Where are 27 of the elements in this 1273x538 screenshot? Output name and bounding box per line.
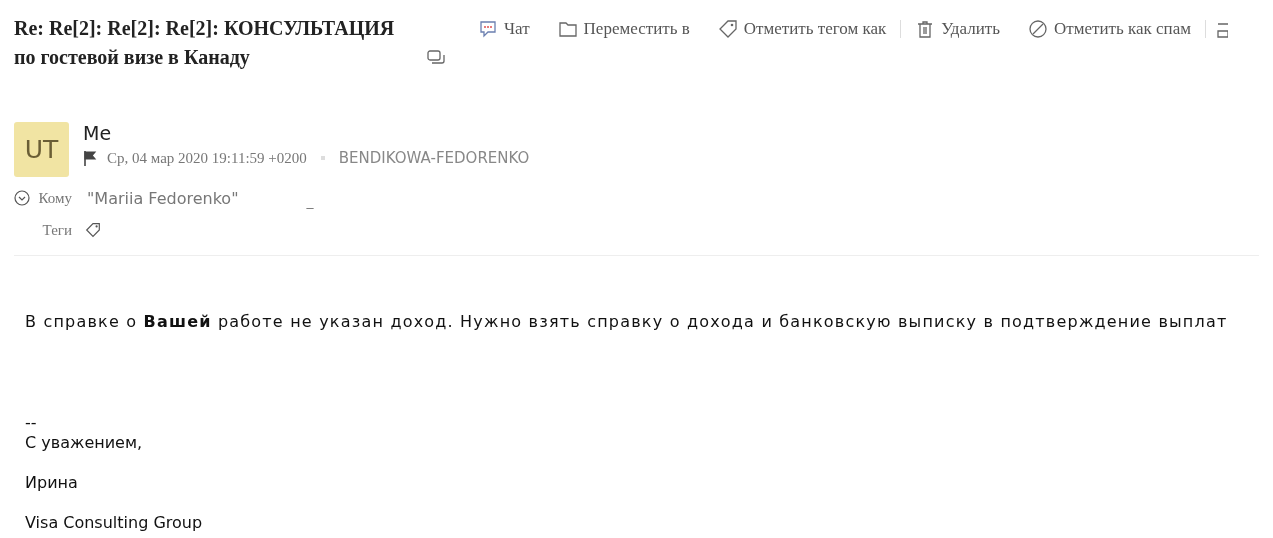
folder-icon [557, 19, 578, 39]
signature-line: С уважением, [25, 433, 144, 453]
tags-label: Теги [41, 221, 72, 239]
message-paragraph: В справке о Вашей работе не указан доход. Нужно взять справку о дохода и банковскую выписку в подтверждение выплат [25, 312, 1229, 331]
message-date: Ср, 04 мар 2020 19:11:59 +0200 [107, 149, 307, 167]
chat-button[interactable]: Чат [464, 14, 544, 44]
signature-line: Ирина [25, 473, 79, 493]
tag-icon[interactable] [84, 221, 102, 239]
to-label: Кому [37, 189, 72, 207]
signature-line: -- [25, 413, 38, 433]
chat-icon [478, 19, 498, 39]
account-name: BENDIKOWA-FEDORENKO [338, 149, 530, 167]
sender-name: Me [83, 121, 113, 145]
email-subject: Re: Re[2]: Re[2]: Re[2]: КОНСУЛЬТАЦИЯ по гостевой визе в Канаду [14, 16, 396, 71]
recipient[interactable]: "Mariia Fedorenko" [87, 188, 239, 208]
block-icon [1028, 19, 1048, 39]
conversation-icon[interactable] [427, 50, 445, 66]
flag-icon[interactable] [83, 150, 97, 166]
spam-button[interactable]: Отметить как спам [1014, 14, 1205, 44]
tag-button[interactable]: Отметить тегом как [703, 14, 901, 44]
folder-button[interactable]: Переместить в [543, 14, 704, 44]
avatar: UT [14, 122, 69, 177]
trash-button[interactable]: Удалить [901, 14, 1014, 44]
recipient-fragment: _ [306, 195, 314, 211]
expand-icon[interactable] [14, 190, 30, 206]
tag-icon [717, 19, 738, 39]
signature-line: Visa Consulting Group [25, 513, 204, 533]
